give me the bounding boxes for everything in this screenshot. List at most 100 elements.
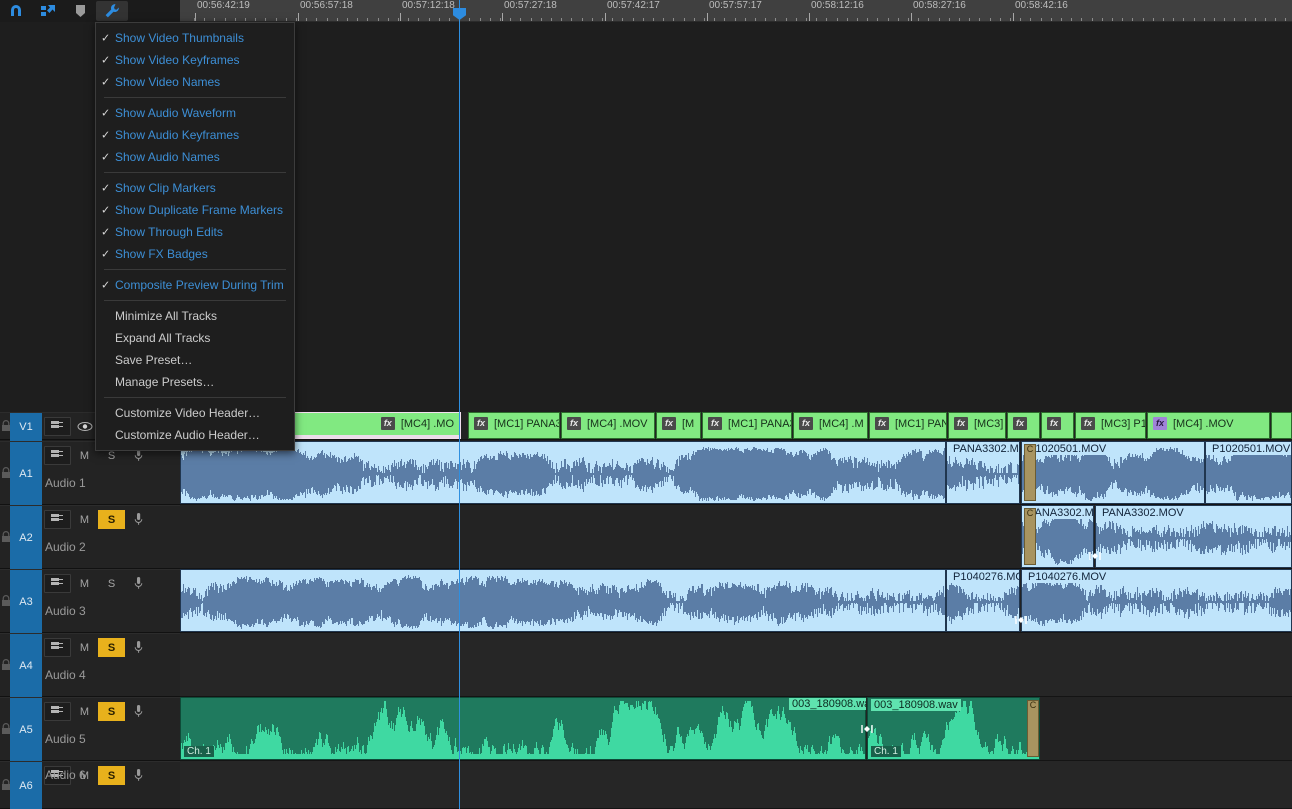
menu-item-show-video-names[interactable]: ✓ Show Video Names [96, 71, 294, 93]
menu-item-customize-audio-header[interactable]: Customize Audio Header… [96, 424, 294, 446]
voice-over-record-icon[interactable] [125, 702, 152, 721]
mute-track-button[interactable]: M [71, 702, 98, 721]
video-clip[interactable]: fx [MC3] P1 [1075, 412, 1146, 439]
track-lane-a4[interactable] [180, 633, 1292, 697]
track-target-a3[interactable]: A3 [10, 570, 42, 634]
fx-badge-icon[interactable]: fx [380, 417, 395, 430]
solo-track-button[interactable]: S [98, 638, 125, 657]
voice-over-record-icon[interactable] [125, 510, 152, 529]
fx-badge-icon[interactable]: fx [708, 417, 722, 430]
track-header-a6[interactable]: A6 M S Audio 6 [0, 761, 180, 809]
fx-badge-icon[interactable]: fx [1153, 417, 1167, 430]
audio-clip[interactable]: P1020501.MOV [1205, 441, 1292, 504]
video-clip[interactable] [1271, 412, 1292, 439]
solo-track-button[interactable]: S [98, 702, 125, 721]
menu-item-composite-preview-during-trim[interactable]: ✓ Composite Preview During Trim [96, 274, 294, 296]
audio-clip[interactable]: PANA3302.MOV [1095, 505, 1292, 568]
audio-transition[interactable]: C [1024, 444, 1036, 501]
fx-badge-icon[interactable]: fx [1081, 417, 1095, 430]
sync-lock-icon[interactable] [44, 574, 71, 593]
menu-item-show-duplicate-frame-markers[interactable]: ✓ Show Duplicate Frame Markers [96, 199, 294, 221]
video-clip[interactable]: fx [1007, 412, 1040, 439]
video-clip[interactable]: fx [1041, 412, 1074, 439]
video-clip[interactable]: fx [MC4] .MOV [561, 412, 655, 439]
menu-item-manage-presets[interactable]: Manage Presets… [96, 371, 294, 393]
menu-item-minimize-all-tracks[interactable]: Minimize All Tracks [96, 305, 294, 327]
track-lane-a6[interactable] [180, 761, 1292, 809]
track-target-a4[interactable]: A4 [10, 634, 42, 698]
menu-item-show-clip-markers[interactable]: ✓ Show Clip Markers [96, 177, 294, 199]
audio-clip[interactable]: PANA3302.MOV [946, 441, 1020, 504]
fx-badge-icon[interactable]: fx [954, 417, 968, 430]
sync-lock-icon[interactable] [44, 702, 71, 721]
audio-clip[interactable]: P1040276.MOV [946, 569, 1020, 632]
track-lane-a5[interactable]: Ch. 1 003_180908.wav 003_180908.wav Ch. 1 C [180, 697, 1292, 761]
video-clip[interactable]: fx [MC1] PAN [869, 412, 947, 439]
track-header-a5[interactable]: A5 M S Audio 5 [0, 697, 180, 762]
mute-track-button[interactable]: M [71, 638, 98, 657]
track-header-a3[interactable]: A3 M S Audio 3 [0, 569, 180, 634]
audio-transition[interactable]: C [1024, 508, 1036, 565]
mute-track-button[interactable]: M [71, 510, 98, 529]
menu-item-save-preset[interactable]: Save Preset… [96, 349, 294, 371]
fx-badge-icon[interactable]: fx [662, 417, 676, 430]
sync-lock-icon[interactable] [44, 510, 71, 529]
video-clip[interactable]: fx [MC1] PANA33 [468, 412, 560, 439]
track-lane-a3[interactable]: P1040276.MOV P1040276.MOV [180, 569, 1292, 633]
track-lane-a1[interactable]: PANA3302.MOVP1020501.MOVCP1020501.MOV [180, 441, 1292, 505]
track-header-a4[interactable]: A4 M S Audio 4 [0, 633, 180, 698]
track-target-v1[interactable]: V1 [10, 413, 42, 441]
track-target-a5[interactable]: A5 [10, 698, 42, 762]
snap-icon[interactable] [0, 1, 32, 21]
menu-item-show-audio-waveform[interactable]: ✓ Show Audio Waveform [96, 102, 294, 124]
timeline-tracks-area[interactable]: fx [MC4] .MO fx [MC1] PANA33 fx [MC4] .MOV fx [… [180, 22, 1292, 809]
video-clip[interactable]: fx [MC4] .M [793, 412, 868, 439]
fx-badge-icon[interactable]: fx [799, 417, 813, 430]
audio-clip[interactable]: PANA3302.M C [1021, 505, 1094, 568]
audio-clip[interactable] [180, 569, 946, 632]
menu-item-show-audio-names[interactable]: ✓ Show Audio Names [96, 146, 294, 168]
audio-clip[interactable]: Ch. 1 [180, 697, 866, 760]
track-target-a6[interactable]: A6 [10, 762, 42, 809]
menu-item-show-fx-badges[interactable]: ✓ Show FX Badges [96, 243, 294, 265]
video-clip[interactable]: fx [MC1] PANA33 [702, 412, 792, 439]
menu-item-show-video-keyframes[interactable]: ✓ Show Video Keyframes [96, 49, 294, 71]
menu-item-show-video-thumbnails[interactable]: ✓ Show Video Thumbnails [96, 27, 294, 49]
add-marker-icon[interactable] [64, 1, 96, 21]
menu-item-show-through-edits[interactable]: ✓ Show Through Edits [96, 221, 294, 243]
menu-item-expand-all-tracks[interactable]: Expand All Tracks [96, 327, 294, 349]
voice-over-record-icon[interactable] [125, 574, 152, 593]
sync-lock-icon[interactable] [44, 446, 71, 465]
track-target-a2[interactable]: A2 [10, 506, 42, 570]
fx-badge-icon[interactable]: fx [474, 417, 488, 430]
timeline-settings-icon[interactable] [96, 1, 128, 21]
fx-badge-icon[interactable]: fx [1047, 417, 1061, 430]
audio-clip[interactable]: P1020501.MOV C [1021, 441, 1205, 504]
voice-over-record-icon[interactable] [125, 766, 152, 785]
sync-lock-icon[interactable] [44, 417, 71, 436]
fx-badge-icon[interactable]: fx [1013, 417, 1027, 430]
video-clip[interactable]: fx [MC4] .MOV [1147, 412, 1270, 439]
fx-badge-icon[interactable]: fx [875, 417, 889, 430]
voice-over-record-icon[interactable] [125, 638, 152, 657]
mute-track-button[interactable]: M [71, 446, 98, 465]
menu-item-show-audio-keyframes[interactable]: ✓ Show Audio Keyframes [96, 124, 294, 146]
track-visibility-eye-icon[interactable] [71, 417, 98, 436]
solo-track-button[interactable]: S [98, 510, 125, 529]
track-lane-a2[interactable]: PANA3302.M C PANA3302.MOV [180, 505, 1292, 569]
linked-selection-icon[interactable] [32, 1, 64, 21]
track-lane-v1[interactable]: fx [MC4] .MO fx [MC1] PANA33 fx [MC4] .MOV fx [… [180, 412, 1292, 440]
menu-item-customize-video-header[interactable]: Customize Video Header… [96, 402, 294, 424]
audio-clip[interactable]: 003_180908.wav Ch. 1 C [867, 697, 1040, 760]
fx-badge-icon[interactable]: fx [567, 417, 581, 430]
track-header-a2[interactable]: A2 M S Audio 2 [0, 505, 180, 570]
video-clip[interactable]: fx [MC3] P [948, 412, 1006, 439]
track-target-a1[interactable]: A1 [10, 442, 42, 506]
sync-lock-icon[interactable] [44, 638, 71, 657]
mute-track-button[interactable]: M [71, 574, 98, 593]
video-clip[interactable]: fx [M [656, 412, 701, 439]
timeline-ruler[interactable]: 00:56:42:19 00:56:57:18 00:57:12:18 00:57:2… [180, 0, 1292, 22]
audio-transition[interactable]: C [1027, 700, 1039, 757]
solo-track-button[interactable]: S [98, 574, 125, 593]
solo-track-button[interactable]: S [98, 766, 125, 785]
